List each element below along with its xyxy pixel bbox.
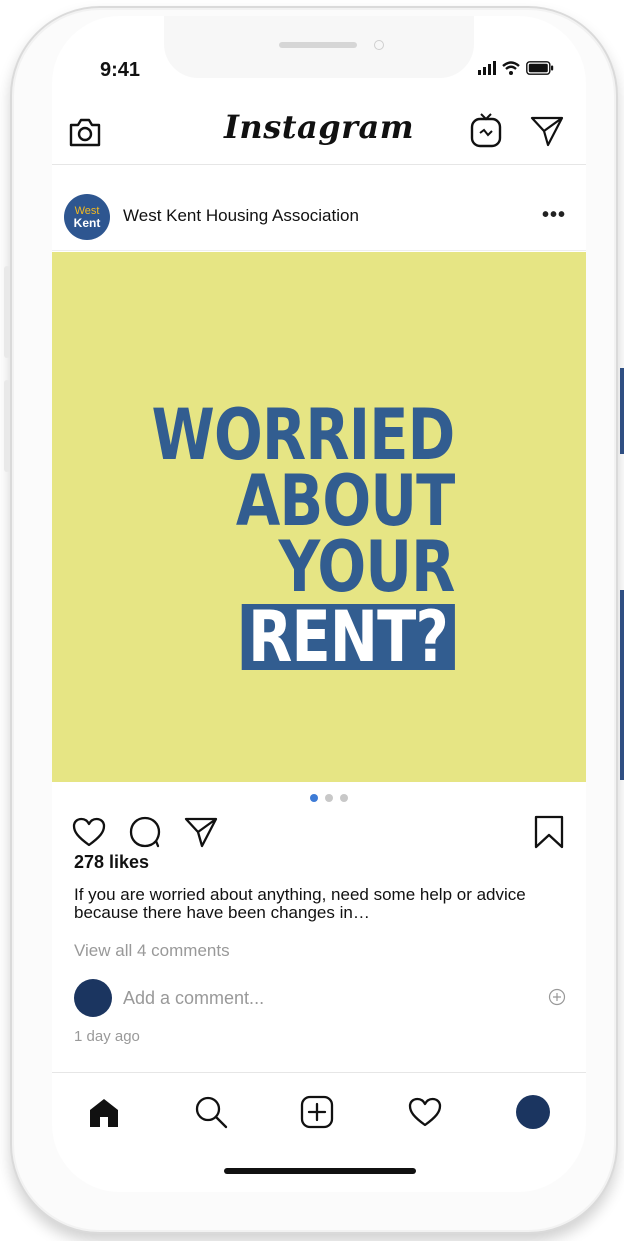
view-comments-link[interactable]: View all 4 comments <box>74 941 230 961</box>
volume-button <box>4 380 10 472</box>
status-icons <box>478 61 554 75</box>
front-camera <box>374 40 384 50</box>
notch <box>164 16 474 78</box>
like-count[interactable]: 278 likes <box>74 852 149 873</box>
speaker <box>279 42 357 48</box>
home-icon[interactable] <box>88 1097 120 1127</box>
account-username[interactable]: West Kent Housing Association <box>123 206 359 226</box>
activity-heart-icon[interactable] <box>408 1097 442 1127</box>
mute-switch <box>4 266 10 358</box>
add-comment-input[interactable]: Add a comment... <box>123 988 264 1009</box>
add-comment-row: Add a comment... <box>52 976 586 1020</box>
headline-line-1: WORRIED <box>151 394 455 476</box>
post-headline: WORRIED ABOUT YOUR RENT? <box>151 394 455 672</box>
bookmark-icon[interactable] <box>534 815 564 849</box>
add-emoji-icon[interactable] <box>548 988 566 1006</box>
more-options-button[interactable]: ••• <box>542 204 566 227</box>
headline-line-2: ABOUT <box>235 460 454 542</box>
status-time: 9:41 <box>100 59 141 81</box>
comment-icon[interactable] <box>128 816 162 848</box>
profile-avatar-tab[interactable] <box>516 1095 550 1129</box>
headline-line-3: YOUR <box>278 526 455 608</box>
post-timestamp: 1 day ago <box>74 1028 140 1045</box>
signal-icon <box>478 61 496 75</box>
bottom-tab-bar <box>52 1072 586 1143</box>
add-post-icon[interactable] <box>300 1095 334 1129</box>
search-icon[interactable] <box>194 1095 228 1129</box>
direct-message-icon[interactable] <box>530 115 564 147</box>
avatar-logo-kent: Kent <box>73 215 101 230</box>
background-strip <box>620 368 624 454</box>
wifi-icon <box>502 61 520 75</box>
instagram-logo: Instagram <box>223 108 415 146</box>
phone-screen: 9:41 Instagram West Kent West Kent Housi… <box>52 16 586 1192</box>
headline-line-4: RENT? <box>241 602 454 672</box>
avatar-logo-west: West <box>74 204 100 217</box>
account-avatar[interactable]: West Kent <box>64 194 110 240</box>
user-avatar <box>74 979 112 1017</box>
app-top-bar: Instagram <box>52 98 586 165</box>
igtv-icon[interactable] <box>470 112 502 148</box>
post-image[interactable]: WORRIED ABOUT YOUR RENT? <box>52 252 586 782</box>
post-action-bar <box>52 801 586 851</box>
background-strip <box>620 590 624 780</box>
heart-icon[interactable] <box>72 817 106 847</box>
post-header: West Kent West Kent Housing Association … <box>52 182 586 251</box>
battery-icon <box>526 61 554 75</box>
home-indicator[interactable] <box>224 1168 416 1174</box>
post-caption[interactable]: If you are worried about anything, need … <box>74 886 544 922</box>
share-icon[interactable] <box>184 816 218 848</box>
